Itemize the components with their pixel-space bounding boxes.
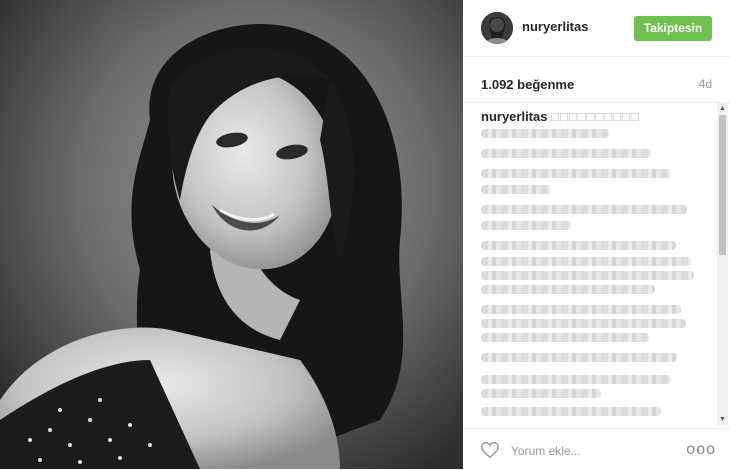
obscured-text-line	[481, 389, 601, 398]
obscured-text-line	[481, 285, 655, 294]
obscured-text-line	[481, 375, 671, 384]
post-stats: 1.092 beğenme 4d	[463, 56, 730, 103]
post-header: nuryerlitas Takiptesin	[463, 0, 730, 57]
scroll-up-icon[interactable]: ▲	[717, 103, 728, 114]
comment-scrollbar[interactable]: ▲ ▼	[717, 103, 728, 425]
obscured-text-line	[481, 149, 651, 158]
obscured-text-line	[481, 407, 661, 416]
following-button[interactable]: Takiptesin	[634, 16, 712, 41]
obscured-text-line	[481, 221, 571, 230]
comment-footer: ooo	[463, 428, 730, 470]
obscured-text-line	[481, 169, 671, 178]
like-count[interactable]: 1.092 beğenme	[481, 77, 574, 92]
obscured-text-line	[481, 305, 681, 314]
post-age: 4d	[698, 77, 712, 91]
obscured-text-line	[481, 353, 677, 362]
scroll-down-icon[interactable]: ▼	[717, 414, 728, 425]
caption: nuryerlitas □□□□□□□□□□	[481, 109, 640, 124]
comment-list: nuryerlitas □□□□□□□□□□ ▲ ▼	[463, 103, 730, 425]
obscured-text-line	[481, 319, 686, 328]
obscured-text-line	[481, 241, 676, 250]
obscured-text-line	[481, 257, 691, 266]
caption-username[interactable]: nuryerlitas	[481, 109, 547, 124]
obscured-text-line	[481, 205, 687, 214]
obscured-text-line	[481, 333, 649, 342]
post-photo[interactable]	[0, 0, 463, 469]
more-options-icon[interactable]: ooo	[686, 441, 716, 459]
avatar[interactable]	[481, 12, 513, 44]
heart-icon[interactable]	[480, 441, 500, 459]
caption-obscured-text: □□□□□□□□□□	[551, 109, 640, 124]
comment-input[interactable]	[509, 439, 673, 463]
scroll-thumb[interactable]	[719, 115, 726, 255]
obscured-text-line	[481, 129, 609, 138]
obscured-text-line	[481, 185, 551, 194]
post-sidebar: nuryerlitas Takiptesin 1.092 beğenme 4d …	[463, 0, 730, 469]
obscured-text-line	[481, 271, 694, 280]
portrait-image	[0, 0, 463, 469]
username[interactable]: nuryerlitas	[522, 19, 588, 34]
